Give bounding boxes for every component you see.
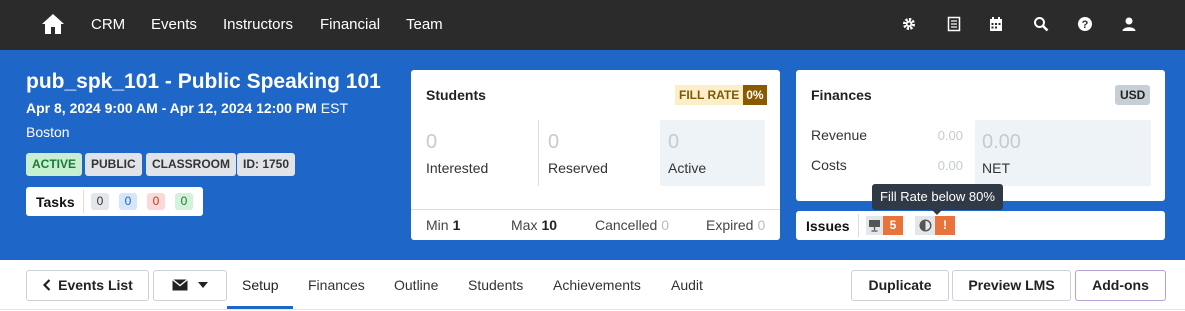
cancelled-value: 0 [661, 217, 670, 233]
tab-setup[interactable]: Setup [242, 277, 279, 293]
fill-rate-tooltip: Fill Rate below 80% [872, 184, 1003, 210]
issues-divider [858, 214, 859, 237]
interested-label: Interested [426, 160, 489, 176]
toolbar-bottom-border [0, 309, 1185, 310]
currency-badge: USD [1115, 85, 1151, 105]
min-label: Min [426, 217, 449, 233]
stat-divider [538, 120, 539, 186]
tasks-panel: Tasks 0 0 0 0 [26, 187, 203, 216]
max-capacity: Max 10 [511, 217, 557, 233]
event-date-range: Apr 8, 2024 9:00 AM - Apr 12, 2024 12:00… [26, 100, 317, 116]
type-badge-classroom: CLASSROOM [146, 153, 236, 176]
email-dropdown-button[interactable] [153, 270, 227, 301]
nav-link-instructors[interactable]: Instructors [223, 16, 293, 34]
event-dates: Apr 8, 2024 9:00 AM - Apr 12, 2024 12:00… [26, 100, 348, 116]
search-icon[interactable] [1033, 16, 1049, 32]
id-badge: ID: 1750 [237, 153, 296, 176]
event-timezone: EST [320, 100, 349, 116]
students-footer-divider [411, 209, 780, 210]
students-card-title: Students [426, 87, 486, 103]
presentation-icon[interactable] [866, 216, 883, 235]
tooltip-arrow [932, 210, 942, 215]
add-ons-button[interactable]: Add-ons [1075, 270, 1166, 301]
svg-text:?: ? [1082, 19, 1089, 31]
costs-label: Costs [811, 157, 847, 173]
tasks-count-blue[interactable]: 0 [119, 193, 137, 210]
issues-label: Issues [806, 218, 850, 234]
net-value: 0.00 [982, 131, 1021, 153]
event-title: pub_spk_101 - Public Speaking 101 [26, 70, 381, 93]
fill-rate-badge: FILL RATE 0% [675, 85, 767, 105]
envelope-icon [172, 278, 188, 291]
max-label: Max [511, 217, 538, 233]
costs-value: 0.00 [937, 158, 963, 173]
expired-count: Expired 0 [706, 217, 765, 233]
expired-value: 0 [757, 217, 766, 233]
fill-rate-value: 0% [743, 85, 767, 105]
finances-card-title: Finances [811, 87, 872, 103]
top-navbar: CRM Events Instructors Financial Team ? [0, 0, 1185, 50]
tab-outline[interactable]: Outline [394, 277, 438, 293]
issue-alert-badge[interactable]: ! [935, 216, 955, 235]
reserved-count: 0 [548, 131, 560, 153]
min-value: 1 [452, 217, 461, 233]
nav-link-crm[interactable]: CRM [91, 16, 125, 34]
help-icon[interactable]: ? [1077, 16, 1093, 32]
document-icon[interactable] [946, 16, 962, 32]
duplicate-button[interactable]: Duplicate [851, 270, 949, 301]
chevron-left-icon [43, 279, 51, 291]
tab-finances[interactable]: Finances [308, 277, 365, 293]
net-label: NET [982, 160, 1010, 176]
active-count: 0 [668, 131, 680, 153]
issue-count-badge[interactable]: 5 [883, 216, 903, 235]
fill-rate-label: FILL RATE [675, 85, 744, 105]
min-capacity: Min 1 [426, 217, 460, 233]
event-location: Boston [26, 124, 70, 140]
issues-panel: Issues 5 ! [796, 211, 1165, 240]
reserved-label: Reserved [548, 160, 608, 176]
expired-label: Expired [706, 217, 754, 233]
cancelled-count: Cancelled 0 [595, 217, 669, 233]
home-icon[interactable] [41, 12, 65, 36]
calendar-icon[interactable] [988, 16, 1004, 32]
gear-icon[interactable] [901, 16, 917, 32]
user-icon[interactable] [1121, 16, 1137, 32]
tasks-label: Tasks [36, 194, 75, 210]
revenue-value: 0.00 [937, 128, 963, 143]
nav-link-financial[interactable]: Financial [320, 16, 380, 34]
events-list-label: Events List [58, 277, 133, 293]
fill-rate-issue-icon[interactable] [915, 216, 935, 235]
tasks-count-grey[interactable]: 0 [91, 193, 109, 210]
tab-audit[interactable]: Audit [671, 277, 703, 293]
tasks-count-red[interactable]: 0 [147, 193, 165, 210]
max-value: 10 [541, 217, 558, 233]
events-list-button[interactable]: Events List [26, 270, 149, 301]
preview-lms-button[interactable]: Preview LMS [952, 270, 1071, 301]
tab-students[interactable]: Students [468, 277, 523, 293]
tasks-count-green[interactable]: 0 [175, 193, 193, 210]
nav-link-events[interactable]: Events [151, 16, 197, 34]
active-label: Active [668, 160, 707, 176]
tasks-divider [83, 190, 84, 213]
tab-achievements[interactable]: Achievements [553, 277, 641, 293]
status-badge-active: ACTIVE [26, 153, 83, 176]
revenue-label: Revenue [811, 127, 868, 143]
nav-link-team[interactable]: Team [406, 16, 443, 34]
interested-count: 0 [426, 131, 438, 153]
cancelled-label: Cancelled [595, 217, 658, 233]
visibility-badge-public: PUBLIC [85, 153, 142, 176]
caret-down-icon [198, 282, 208, 288]
